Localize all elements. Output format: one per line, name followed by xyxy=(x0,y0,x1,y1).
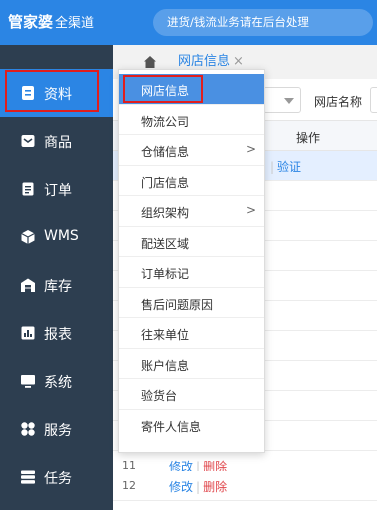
home-icon[interactable] xyxy=(143,55,157,69)
order-icon xyxy=(22,182,34,196)
verify-link[interactable]: | 验证 xyxy=(270,158,301,175)
edit-link[interactable]: 修改 xyxy=(169,480,193,494)
sidebar-item-inventory[interactable]: 库存 xyxy=(0,261,113,309)
sidebar-item-system[interactable]: 系统 xyxy=(0,357,113,405)
sidebar-item-service[interactable]: 服务 xyxy=(0,405,113,453)
sidebar: 资料 商品 订单 WMS 库存 报表 系统 服务 任务 xyxy=(0,45,113,510)
menu-item-store-info[interactable]: 门店信息 xyxy=(119,166,264,196)
data-submenu: 网店信息 物流公司 仓储信息 > 门店信息 组织架构 > 配送区域 订单标记 售后问… xyxy=(118,69,265,453)
menu-item-inspection-desk[interactable]: 验货台 xyxy=(119,379,264,410)
column-header-operation: 操作 xyxy=(296,131,321,145)
sidebar-item-orders[interactable]: 订单 xyxy=(0,165,113,213)
notice-banner[interactable]: 进货/钱流业务请在后台处理 xyxy=(153,9,373,36)
chevron-down-icon xyxy=(284,98,294,104)
shop-name-input[interactable] xyxy=(370,87,377,113)
filter-select[interactable] xyxy=(263,87,301,113)
tab-label: 网店信息 xyxy=(178,54,231,69)
sidebar-item-label: 商品 xyxy=(44,135,72,151)
menu-item-sender-info[interactable]: 寄件人信息 xyxy=(119,410,264,441)
sidebar-item-label: 服务 xyxy=(44,423,72,439)
sidebar-item-label: 系统 xyxy=(44,375,72,391)
close-icon[interactable]: × xyxy=(233,54,244,69)
monitor-icon xyxy=(21,375,35,388)
table-row[interactable]: 12 修改 | 删除 xyxy=(113,471,377,501)
sidebar-item-label: 库存 xyxy=(44,279,72,295)
warehouse-icon xyxy=(21,278,35,292)
chevron-right-icon: > xyxy=(245,142,256,156)
chart-icon xyxy=(21,326,35,340)
top-header: 管家婆 全渠道 进货/钱流业务请在后台处理 xyxy=(0,0,377,45)
menu-item-after-sale-reasons[interactable]: 售后问题原因 xyxy=(119,288,264,318)
sidebar-item-label: 任务 xyxy=(44,471,72,487)
task-icon xyxy=(21,470,35,484)
menu-item-org-structure[interactable]: 组织架构 > xyxy=(119,196,264,227)
menu-item-warehouse-info[interactable]: 仓储信息 > xyxy=(119,135,264,166)
box-icon xyxy=(21,135,35,147)
menu-item-order-tags[interactable]: 订单标记 xyxy=(119,257,264,288)
menu-item-partners[interactable]: 往来单位 xyxy=(119,318,264,349)
service-icon xyxy=(21,422,35,436)
highlight-box xyxy=(5,70,99,112)
sidebar-item-goods[interactable]: 商品 xyxy=(0,117,113,165)
highlight-box xyxy=(123,75,203,103)
brand-logo: 管家婆 全渠道 xyxy=(8,11,94,32)
menu-item-logistics[interactable]: 物流公司 xyxy=(119,105,264,135)
menu-item-delivery-area[interactable]: 配送区域 xyxy=(119,227,264,257)
filter-label: 网店名称 xyxy=(314,95,363,109)
sidebar-item-reports[interactable]: 报表 xyxy=(0,309,113,357)
delete-link[interactable]: 删除 xyxy=(203,480,227,494)
brand-sub: 全渠道 xyxy=(55,16,95,31)
sidebar-item-tasks[interactable]: 任务 xyxy=(0,453,113,501)
row-number: 12 xyxy=(122,479,136,492)
sidebar-item-wms[interactable]: WMS xyxy=(0,213,113,261)
sidebar-item-label: 订单 xyxy=(44,183,72,199)
row-actions: 修改 | 删除 xyxy=(169,480,228,494)
cube-icon xyxy=(21,230,35,244)
sidebar-item-label: WMS xyxy=(44,228,79,244)
brand-main: 管家婆 xyxy=(8,13,54,31)
chevron-right-icon: > xyxy=(245,203,256,217)
sidebar-item-label: 报表 xyxy=(44,327,72,343)
menu-item-account-info[interactable]: 账户信息 xyxy=(119,349,264,379)
